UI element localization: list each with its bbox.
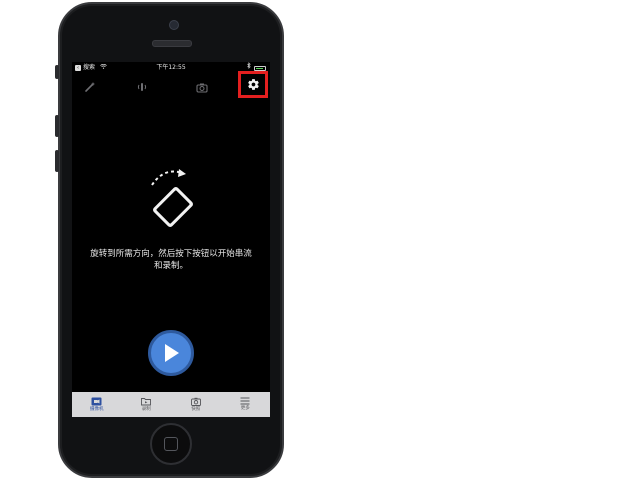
camera-icon xyxy=(196,83,208,93)
tab-camera[interactable]: 摄像机 xyxy=(72,392,122,417)
mute-switch xyxy=(55,65,59,79)
front-camera xyxy=(169,20,179,30)
folder-icon xyxy=(141,397,152,405)
bottom-tab-bar: 摄像机 录制 快照 更多 xyxy=(72,392,270,417)
tab-label: 录制 xyxy=(141,406,151,412)
tilted-device-icon xyxy=(153,187,193,227)
rotate-device-illustration xyxy=(142,165,202,229)
camera-video-icon xyxy=(91,397,102,405)
app-screen: ‹ 搜索 下午12:55 旋转到所需方向，然后按下按钮以开始串流 和录制。 摄像… xyxy=(72,62,270,417)
play-icon xyxy=(165,344,179,362)
tab-label: 快照 xyxy=(191,406,201,412)
menu-icon xyxy=(240,397,250,405)
instruction-line-2: 和录制。 xyxy=(153,261,188,271)
battery-icon xyxy=(254,65,266,71)
tab-label: 更多 xyxy=(240,406,250,411)
tab-snapshots[interactable]: 快照 xyxy=(171,392,221,417)
volume-down-button xyxy=(55,150,59,172)
tab-more[interactable]: 更多 xyxy=(221,392,271,417)
start-stream-button[interactable] xyxy=(148,330,194,376)
tool-audio-button[interactable] xyxy=(132,78,152,96)
volume-up-button xyxy=(55,115,59,137)
tab-label: 摄像机 xyxy=(90,406,104,412)
gear-icon xyxy=(247,79,259,90)
photo-camera-icon xyxy=(190,397,201,406)
home-button[interactable] xyxy=(150,423,192,465)
earpiece-speaker xyxy=(152,40,192,47)
tab-recordings[interactable]: 录制 xyxy=(122,392,172,417)
tool-wand-button[interactable] xyxy=(80,78,100,96)
magic-wand-icon xyxy=(85,82,95,92)
audio-wave-icon xyxy=(137,83,147,91)
tool-camera-button[interactable] xyxy=(192,78,212,96)
rotation-instruction: 旋转到所需方向，然后按下按钮以开始串流 和录制。 xyxy=(82,248,260,272)
rotation-arrow-icon xyxy=(151,169,186,186)
instruction-line-1: 旋转到所需方向，然后按下按钮以开始串流 xyxy=(90,249,252,259)
settings-button[interactable] xyxy=(238,71,268,98)
